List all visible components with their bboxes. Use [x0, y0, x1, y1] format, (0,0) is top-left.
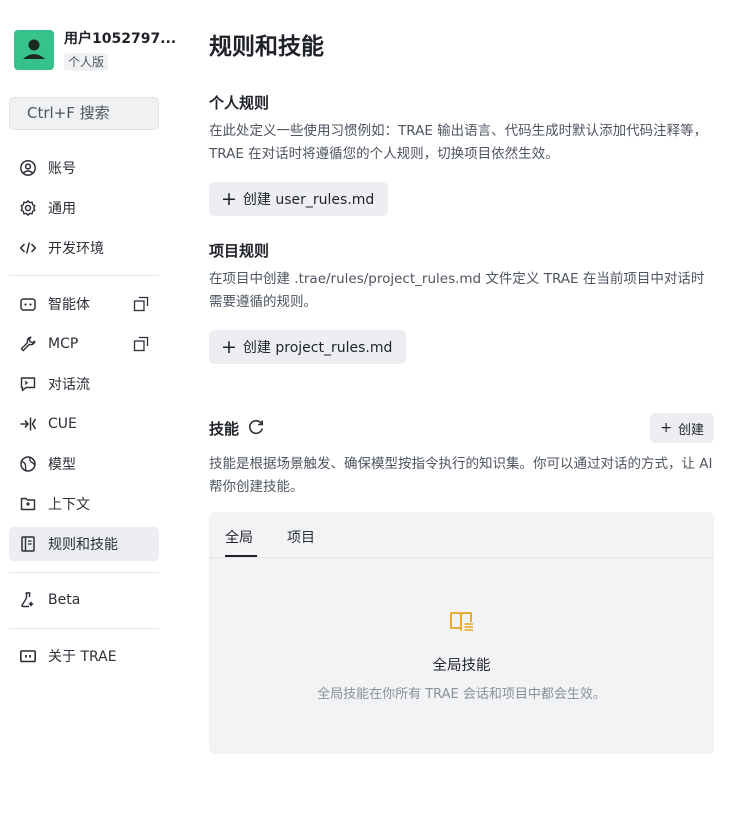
button-label: 创建 user_rules.md	[242, 192, 375, 208]
search-box[interactable]: Ctrl+F 搜索	[9, 97, 159, 130]
skills-tabs: 全局 项目	[209, 512, 714, 558]
sidebar-item-label: 通用	[48, 201, 76, 217]
sidebar-item-label: 对话流	[48, 377, 90, 393]
sidebar-item-dev-env[interactable]: 开发环境	[9, 231, 159, 265]
open-external-icon[interactable]	[133, 336, 149, 352]
user-name: 用户1052797...	[64, 31, 177, 47]
sidebar-item-account[interactable]: 账号	[9, 151, 159, 185]
active-tab-indicator	[225, 555, 257, 557]
sidebar-divider	[9, 275, 159, 276]
button-label: 创建 project_rules.md	[242, 340, 393, 356]
open-external-icon[interactable]	[133, 296, 149, 312]
trae-logo-icon	[19, 647, 37, 665]
book-icon	[19, 535, 37, 553]
plus-icon: +	[221, 187, 237, 210]
sidebar-item-cue[interactable]: CUE	[9, 407, 159, 441]
sidebar-item-label: 账号	[48, 161, 76, 177]
page-title: 规则和技能	[209, 34, 324, 60]
chat-icon	[19, 375, 37, 393]
user-profile[interactable]: 用户1052797... 个人版	[14, 30, 176, 71]
flask-icon	[19, 591, 37, 609]
sidebar-item-context[interactable]: 上下文	[9, 487, 159, 521]
sidebar-item-rules-skills[interactable]: 规则和技能	[9, 527, 159, 561]
create-skill-button[interactable]: + 创建	[650, 413, 714, 443]
button-label: 创建	[677, 422, 704, 438]
plus-icon: +	[221, 335, 237, 358]
robot-icon	[19, 295, 37, 313]
project-rules-title: 项目规则	[209, 242, 270, 260]
sidebar: 用户1052797... 个人版 Ctrl+F 搜索 账号 通用 开发环境 智能…	[0, 0, 176, 817]
sidebar-item-label: 模型	[48, 457, 76, 473]
sidebar-item-label: CUE	[48, 416, 77, 432]
sidebar-item-label: 上下文	[48, 497, 90, 513]
account-icon	[19, 159, 37, 177]
gear-icon	[19, 199, 37, 217]
sidebar-item-agents[interactable]: 智能体	[9, 287, 159, 321]
empty-state-desc: 全局技能在你所有 TRAE 会话和项目中都会生效。	[317, 687, 606, 702]
tab-global[interactable]: 全局	[225, 527, 253, 547]
project-rules-desc: 在项目中创建 .trae/rules/project_rules.md 文件定义…	[209, 271, 705, 310]
sidebar-item-label: Beta	[48, 592, 81, 608]
sidebar-item-label: 规则和技能	[48, 537, 118, 553]
plus-icon: +	[660, 420, 672, 436]
cue-icon	[19, 415, 37, 433]
sidebar-item-label: 开发环境	[48, 241, 104, 257]
skills-panel: 全局 项目 全局技能 全局技能在你所有 TRAE 会话和项目中都会生效。	[209, 512, 714, 754]
wrench-icon	[19, 335, 37, 353]
skills-header: 技能 + 创建	[209, 413, 714, 443]
sidebar-item-beta[interactable]: Beta	[9, 583, 159, 617]
personal-rules-title: 个人规则	[209, 94, 270, 112]
context-icon	[19, 495, 37, 513]
sidebar-item-dialogue-flow[interactable]: 对话流	[9, 367, 159, 401]
sidebar-item-label: 关于 TRAE	[48, 649, 117, 665]
create-project-rules-button[interactable]: + 创建 project_rules.md	[209, 330, 407, 364]
empty-state-title: 全局技能	[432, 658, 491, 674]
model-icon	[19, 455, 37, 473]
personal-rules-desc: 在此处定义一些使用习惯例如：TRAE 输出语言、代码生成时默认添加代码注释等，T…	[209, 123, 708, 162]
skills-desc: 技能是根据场景触发、确保模型按指令执行的知识集。你可以通过对话的方式，让 AI …	[209, 456, 713, 495]
sidebar-item-general[interactable]: 通用	[9, 191, 159, 225]
code-icon	[19, 239, 37, 257]
sidebar-item-about[interactable]: 关于 TRAE	[9, 639, 159, 673]
sidebar-item-label: MCP	[48, 336, 79, 352]
sidebar-divider	[9, 572, 159, 573]
avatar	[14, 30, 54, 70]
skills-title: 技能	[209, 420, 240, 438]
sidebar-item-mcp[interactable]: MCP	[9, 327, 159, 361]
user-avatar-icon	[23, 39, 45, 59]
create-user-rules-button[interactable]: + 创建 user_rules.md	[209, 182, 389, 216]
sidebar-divider	[9, 628, 159, 629]
sidebar-item-model[interactable]: 模型	[9, 447, 159, 481]
refresh-icon[interactable]	[247, 418, 265, 436]
open-book-icon	[450, 612, 473, 631]
tab-project[interactable]: 项目	[287, 527, 315, 547]
plan-badge: 个人版	[64, 53, 109, 71]
sidebar-item-label: 智能体	[48, 297, 90, 313]
